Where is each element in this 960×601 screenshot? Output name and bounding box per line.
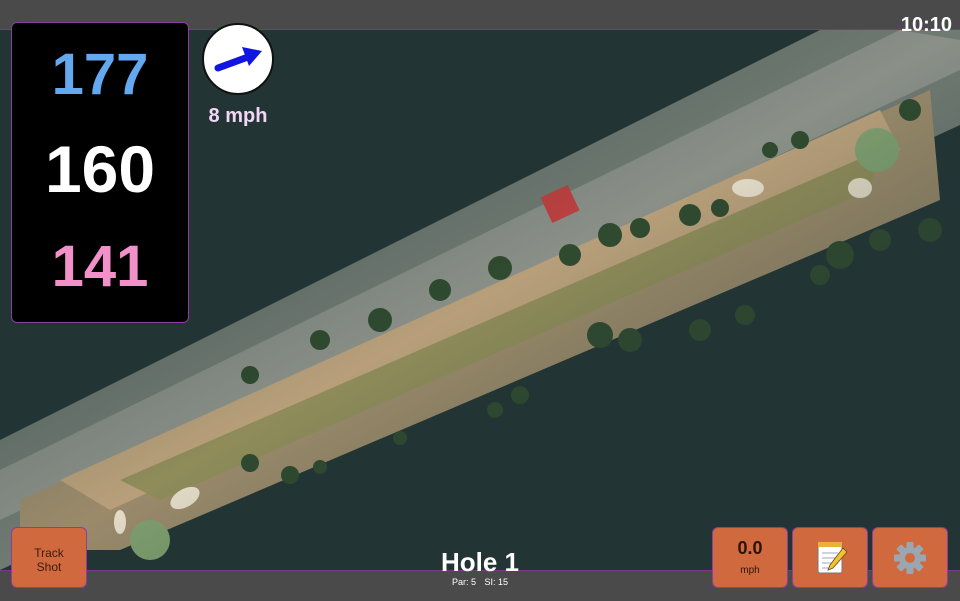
middle-distance: 160 bbox=[44, 132, 156, 206]
wind-indicator[interactable] bbox=[202, 23, 274, 95]
track-shot-button[interactable]: Track Shot bbox=[11, 527, 87, 588]
hole-stroke-index: SI: 15 bbox=[484, 577, 509, 587]
track-shot-label-line2: Shot bbox=[36, 560, 62, 574]
back-distance: 177 bbox=[51, 42, 149, 107]
gear-icon bbox=[894, 542, 926, 574]
speed-button[interactable]: 0.0 mph bbox=[712, 527, 788, 588]
speed-unit: mph bbox=[740, 565, 760, 576]
wind-direction-arrow-icon bbox=[214, 47, 262, 72]
hole-par: Par: 5 bbox=[451, 577, 476, 587]
front-distance: 141 bbox=[51, 234, 149, 299]
wind-speed: 8 mph bbox=[208, 105, 268, 127]
settings-button[interactable] bbox=[872, 527, 948, 588]
clock: 10:10 bbox=[900, 14, 952, 36]
track-shot-label-line1: Track bbox=[34, 546, 64, 560]
notes-button[interactable] bbox=[792, 527, 868, 588]
hole-info: Par: 5 SI: 15 bbox=[380, 577, 580, 587]
notepad-icon bbox=[817, 542, 848, 574]
speed-value: 0.0 bbox=[737, 538, 763, 558]
hole-title: Hole 1 bbox=[440, 547, 520, 577]
distance-panel: 177 160 141 bbox=[11, 22, 189, 323]
